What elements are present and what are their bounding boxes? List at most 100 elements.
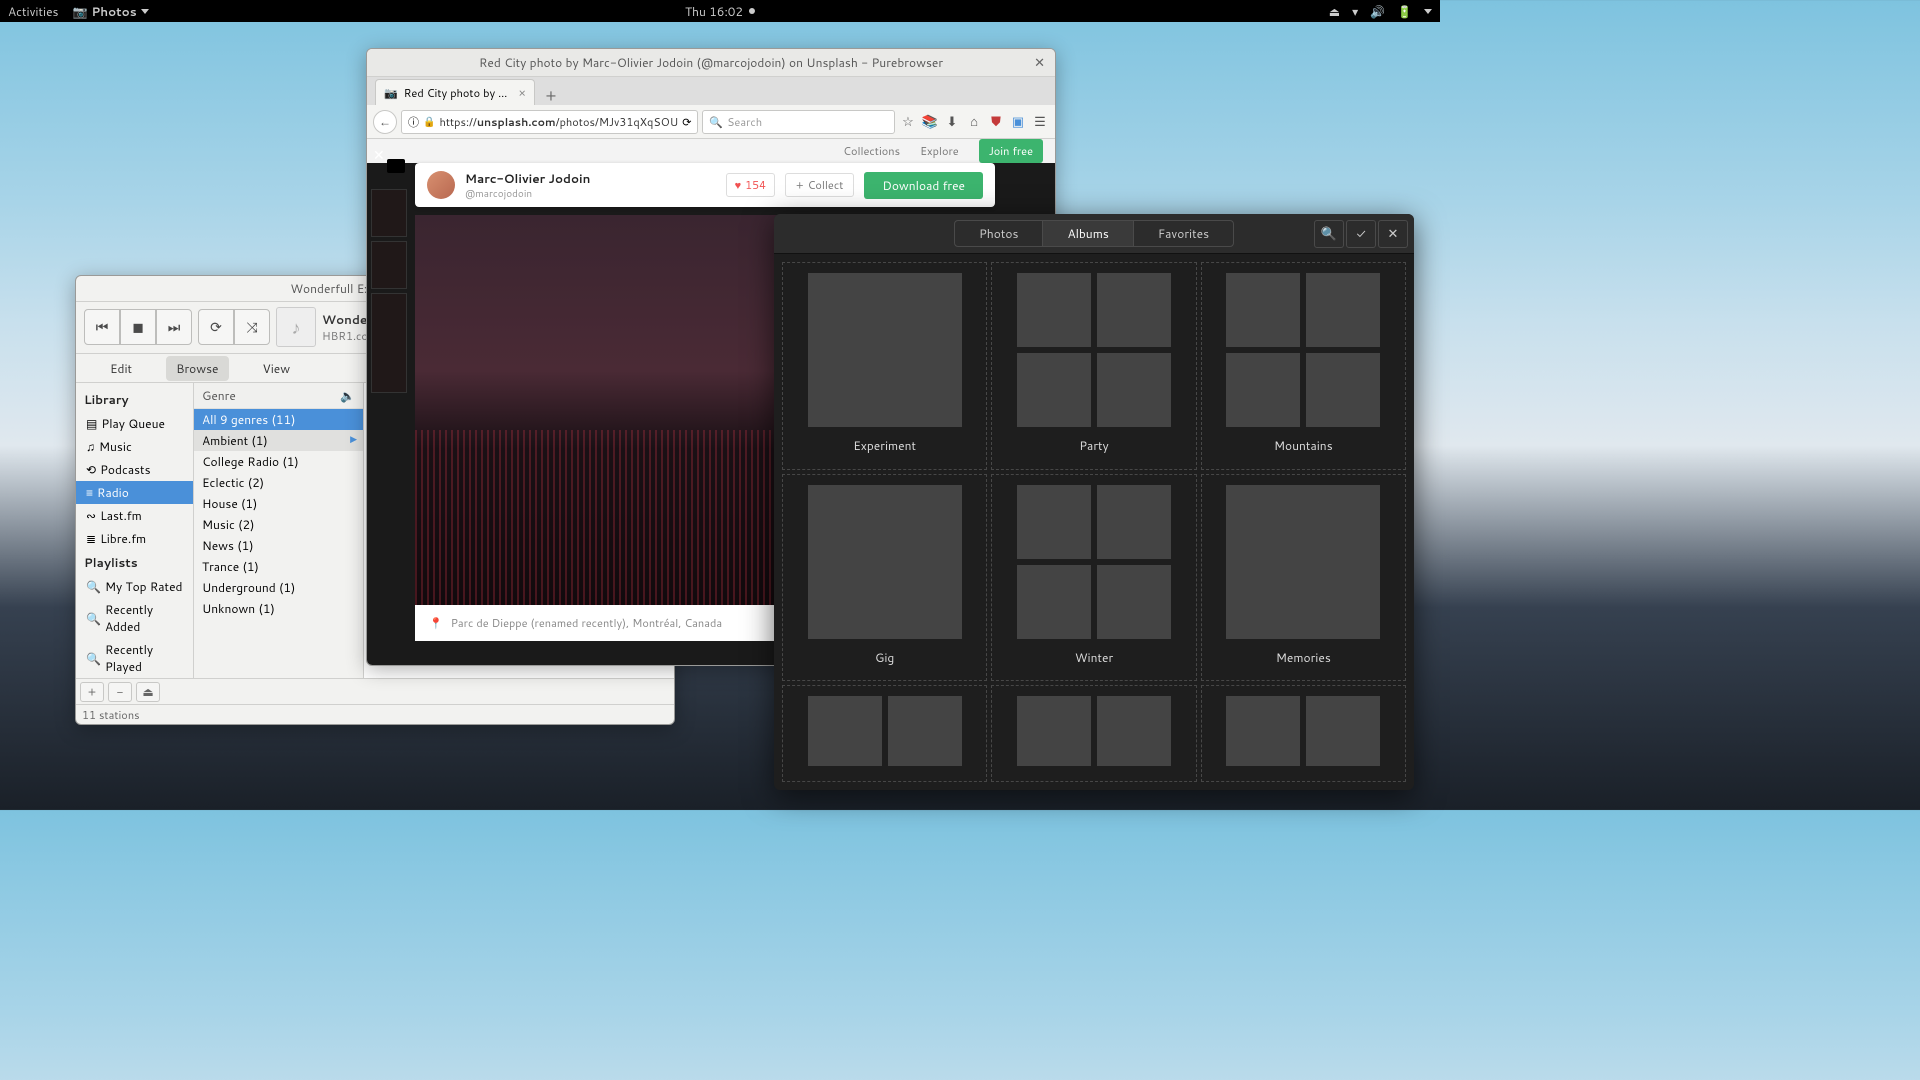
clock[interactable]: Thu 16:02 [685, 3, 755, 20]
genre-college[interactable]: College Radio (1) [194, 451, 363, 472]
home-icon[interactable]: ⌂ [965, 113, 983, 131]
tab-albums[interactable]: Albums [1043, 221, 1133, 246]
album-title: Memories [1276, 649, 1331, 666]
system-menu-icon[interactable] [1424, 9, 1432, 14]
camera-icon [387, 159, 405, 173]
like-button[interactable]: ♥154 [726, 173, 775, 197]
prev-button[interactable]: ⏮ [84, 309, 120, 345]
playlists-header: Playlists [76, 550, 193, 575]
tab-browse[interactable]: Browse [166, 356, 228, 381]
playlist-recently-added[interactable]: 🔍 Recently Added [76, 598, 193, 638]
play-button[interactable]: ◼ [120, 309, 156, 345]
nav-collections[interactable]: Collections [843, 143, 900, 159]
extension-icon[interactable]: ▣ [1009, 113, 1027, 131]
genre-trance[interactable]: Trance (1) [194, 556, 363, 577]
playlist-top-rated[interactable]: 🔍 My Top Rated [76, 575, 193, 598]
album-mountains[interactable]: Mountains [1201, 262, 1406, 470]
download-button[interactable]: Download free [864, 172, 983, 199]
camera-icon: 📷 [73, 3, 88, 20]
author-handle[interactable]: @marcojodoin [465, 187, 590, 201]
volume-icon: 🔈 [340, 387, 355, 404]
menu-icon[interactable]: ☰ [1031, 113, 1049, 131]
tab-edit[interactable]: Edit [100, 356, 142, 381]
album-winter[interactable]: Winter [991, 474, 1196, 682]
back-button[interactable]: ← [373, 110, 397, 134]
genre-house[interactable]: House (1) [194, 493, 363, 514]
genre-eclectic[interactable]: Eclectic (2) [194, 472, 363, 493]
sidebar-podcasts[interactable]: ⟲ Podcasts [76, 458, 193, 481]
browser-tab[interactable]: 📷 Red City photo by Mar... × [375, 79, 535, 105]
thumbnail[interactable] [371, 241, 407, 289]
wifi-icon[interactable]: ▾ [1352, 3, 1358, 20]
notification-dot-icon [749, 8, 755, 14]
battery-icon[interactable]: 🔋 [1397, 3, 1412, 20]
thumbnail-strip [371, 189, 407, 393]
genre-underground[interactable]: Underground (1) [194, 577, 363, 598]
genre-music[interactable]: Music (2) [194, 514, 363, 535]
genre-news[interactable]: News (1) [194, 535, 363, 556]
url-field[interactable]: ⓘ 🔒 https://unsplash.com/photos/MJv31qXq… [401, 110, 698, 134]
search-field[interactable]: 🔍 Search [702, 110, 895, 134]
sidebar-lastfm[interactable]: ∾ Last.fm [76, 504, 193, 527]
remove-button[interactable]: − [108, 682, 132, 702]
search-icon: 🔍 [709, 114, 723, 130]
genre-column: Genre🔈 All 9 genres (11) Ambient (1) Col… [194, 383, 364, 678]
genre-all[interactable]: All 9 genres (11) [194, 409, 363, 430]
nav-explore[interactable]: Explore [920, 143, 959, 159]
album-item[interactable] [1201, 685, 1406, 782]
sidebar-librefm[interactable]: ≣ Libre.fm [76, 527, 193, 550]
genre-unknown[interactable]: Unknown (1) [194, 598, 363, 619]
close-button[interactable]: ✕ [1378, 220, 1408, 248]
library-header: Library [76, 387, 193, 412]
next-button[interactable]: ⏭ [156, 309, 192, 345]
volume-icon[interactable]: 🔊 [1370, 3, 1385, 20]
clock-text: Thu 16:02 [685, 3, 743, 20]
album-item[interactable] [782, 685, 987, 782]
eject-button[interactable]: ⏏ [136, 682, 160, 702]
shuffle-button[interactable]: ⤨ [234, 309, 270, 345]
album-experiment[interactable]: Experiment [782, 262, 987, 470]
add-button[interactable]: + [80, 682, 104, 702]
activities-button[interactable]: Activities [8, 3, 59, 20]
join-button[interactable]: Join free [979, 139, 1043, 163]
collect-button[interactable]: +Collect [785, 173, 854, 197]
album-title: Gig [875, 649, 894, 666]
album-title: Winter [1075, 649, 1113, 666]
app-menu[interactable]: 📷 Photos [73, 3, 149, 20]
author-name[interactable]: Marc-Olivier Jodoin [465, 170, 590, 187]
tab-photos[interactable]: Photos [955, 221, 1044, 246]
album-party[interactable]: Party [991, 262, 1196, 470]
eject-icon[interactable]: ⏏ [1329, 3, 1340, 20]
genre-ambient[interactable]: Ambient (1) [194, 430, 363, 451]
heart-icon: ♥ [735, 177, 742, 193]
location-pin-icon: 📍 [429, 615, 443, 631]
shield-icon[interactable]: ⛊ [987, 113, 1005, 131]
thumbnail[interactable] [371, 293, 407, 393]
reload-icon[interactable]: ⟳ [682, 114, 691, 130]
search-button[interactable]: 🔍 [1314, 220, 1344, 248]
album-item[interactable] [991, 685, 1196, 782]
sidebar-play-queue[interactable]: ▤ Play Queue [76, 412, 193, 435]
thumbnail[interactable] [371, 189, 407, 237]
sidebar-radio[interactable]: ≡ Radio [76, 481, 193, 504]
library-icon[interactable]: 📚 [921, 113, 939, 131]
repeat-button[interactable]: ⟳ [198, 309, 234, 345]
close-button[interactable]: ✕ [1034, 54, 1045, 72]
tab-view[interactable]: View [253, 356, 301, 381]
avatar[interactable] [427, 171, 455, 199]
playlist-recently-played[interactable]: 🔍 Recently Played [76, 638, 193, 678]
lock-icon: 🔒 [423, 115, 435, 129]
select-button[interactable]: ✓ [1346, 220, 1376, 248]
download-icon[interactable]: ⬇ [943, 113, 961, 131]
view-switcher: Photos Albums Favorites [954, 220, 1234, 247]
star-icon[interactable]: ☆ [899, 113, 917, 131]
tab-favorites[interactable]: Favorites [1134, 221, 1233, 246]
photos-header: Photos Albums Favorites 🔍 ✓ ✕ [774, 214, 1414, 254]
top-bar: Activities 📷 Photos Thu 16:02 ⏏ ▾ 🔊 🔋 [0, 0, 1440, 22]
close-tab-icon[interactable]: × [518, 84, 526, 101]
album-gig[interactable]: Gig [782, 474, 987, 682]
new-tab-button[interactable]: + [539, 85, 563, 105]
sidebar-music[interactable]: ♫ Music [76, 435, 193, 458]
album-memories[interactable]: Memories [1201, 474, 1406, 682]
close-overlay-icon[interactable]: ✕ [373, 145, 385, 165]
